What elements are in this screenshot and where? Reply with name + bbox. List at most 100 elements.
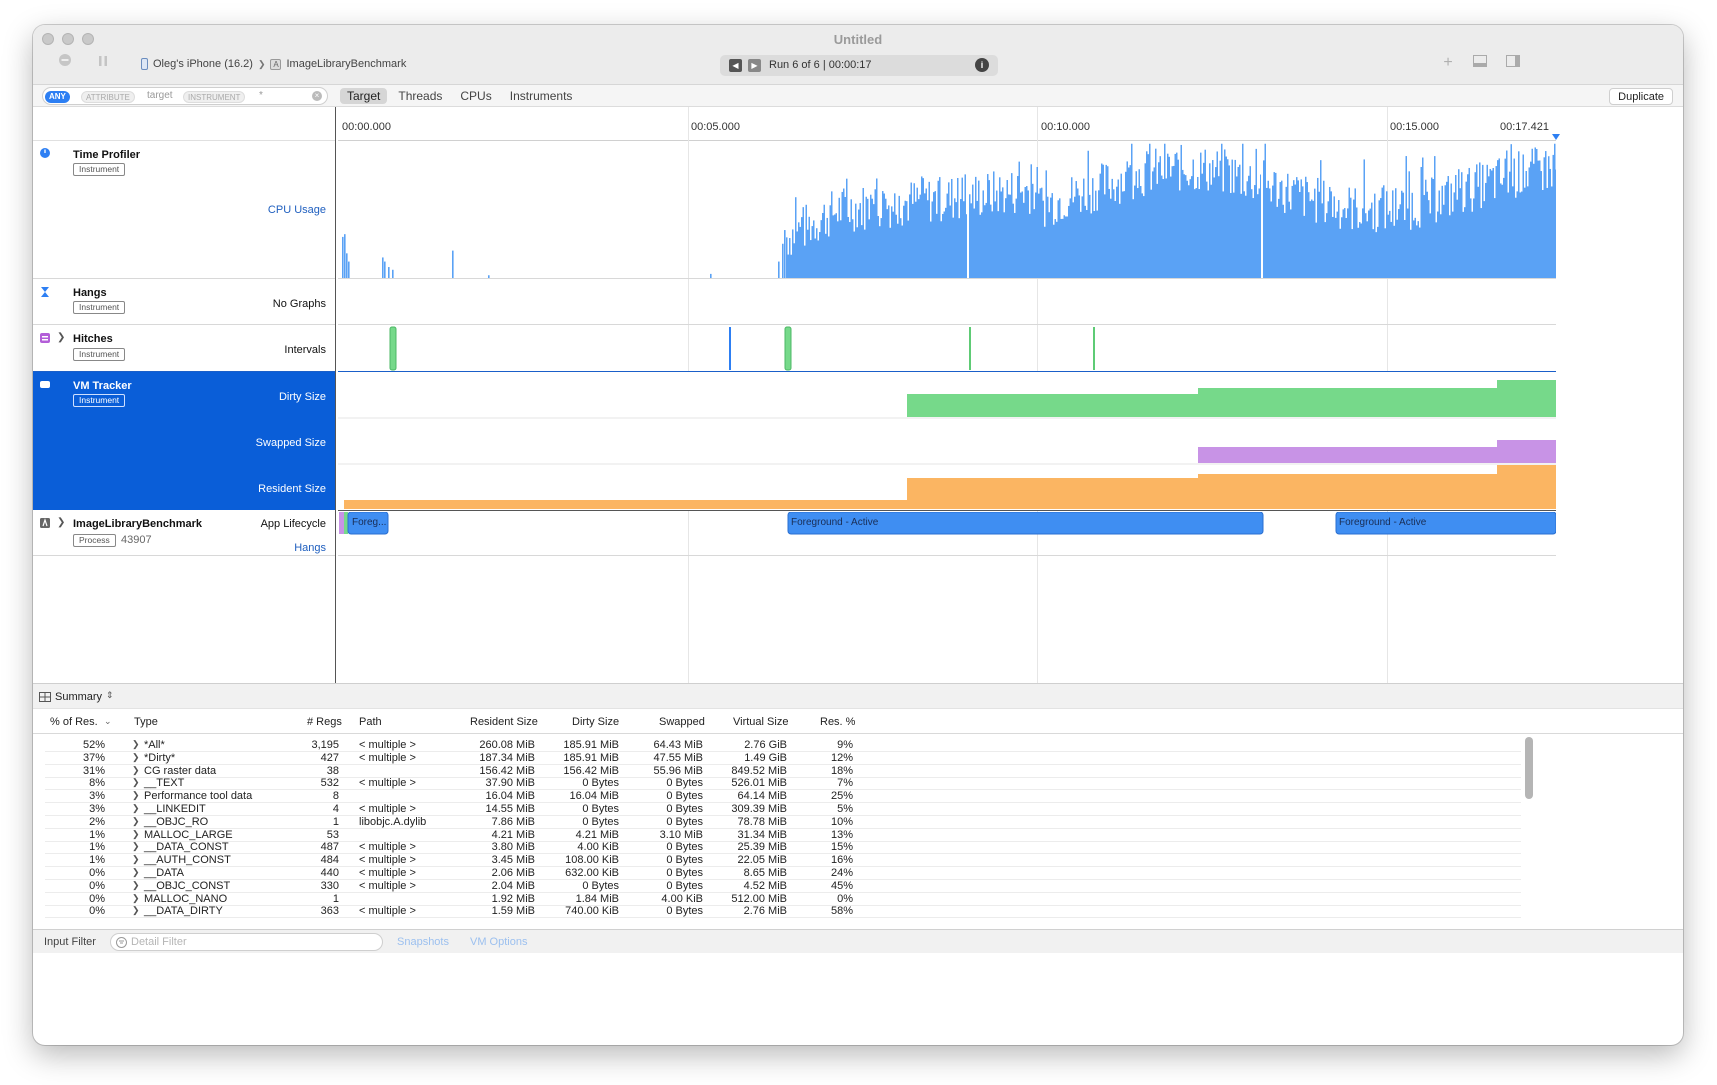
- row-expand-chevron-icon[interactable]: ❯: [132, 752, 140, 763]
- info-icon[interactable]: i: [975, 58, 989, 72]
- cpu-bar: [1314, 188, 1316, 278]
- any-token[interactable]: ANY: [45, 91, 70, 103]
- cpu-bar: [1434, 156, 1436, 278]
- resident-size-label[interactable]: Resident Size: [258, 483, 326, 495]
- duplicate-button[interactable]: Duplicate: [1609, 88, 1673, 105]
- row-expand-chevron-icon[interactable]: ❯: [132, 816, 140, 827]
- pause-button[interactable]: [93, 53, 113, 73]
- track-header-hangs[interactable]: Hangs Instrument No Graphs: [33, 279, 335, 325]
- row-expand-chevron-icon[interactable]: ❯: [132, 867, 140, 878]
- hitches-graph[interactable]: [338, 325, 1556, 372]
- track-header-vm-tracker[interactable]: VM Tracker Instrument Dirty Size Swapped…: [33, 372, 335, 510]
- hitch-interval[interactable]: [1093, 327, 1095, 370]
- table-row[interactable]: ❯ 3% Performance tool data 8 16.04 MiB 16.04 …: [45, 790, 1521, 804]
- hitch-interval[interactable]: [729, 327, 731, 370]
- toggle-bottom-panel-button[interactable]: [1470, 53, 1490, 73]
- attribute-token[interactable]: ATTRIBUTE: [81, 91, 135, 103]
- process-hangs-label[interactable]: Hangs: [294, 542, 326, 554]
- tab-cpus[interactable]: CPUs: [453, 88, 498, 104]
- track-filter-field[interactable]: ANY ATTRIBUTE target INSTRUMENT * ×: [42, 87, 328, 105]
- row-expand-chevron-icon[interactable]: ❯: [132, 777, 140, 788]
- row-expand-chevron-icon[interactable]: ❯: [132, 790, 140, 801]
- table-row[interactable]: ❯ 37% *Dirty* 427 < multiple > 187.34 MiB 185.…: [45, 752, 1521, 765]
- table-row[interactable]: ❯ 0% __OBJC_CONST 330 < multiple > 2.04 MiB 0 …: [45, 880, 1521, 893]
- table-row[interactable]: ❯ 8% __TEXT 532 < multiple > 37.90 MiB 0 Bytes…: [45, 777, 1521, 791]
- expand-chevron-icon[interactable]: ❯: [57, 332, 65, 343]
- process-badge[interactable]: Process: [73, 534, 116, 547]
- input-filter-label[interactable]: Input Filter: [44, 936, 96, 948]
- col-regs[interactable]: # Regs: [307, 716, 342, 728]
- cpu-bar: [838, 197, 840, 278]
- col-path[interactable]: Path: [359, 716, 382, 728]
- row-expand-chevron-icon[interactable]: ❯: [132, 765, 140, 776]
- row-expand-chevron-icon[interactable]: ❯: [132, 893, 140, 904]
- instrument-token[interactable]: INSTRUMENT: [183, 91, 246, 103]
- table-row[interactable]: ❯ 1% MALLOC_LARGE 53 4.21 MiB 4.21 MiB 3.10 Mi…: [45, 829, 1521, 842]
- add-instrument-button[interactable]: +: [1438, 53, 1458, 73]
- tab-target[interactable]: Target: [340, 88, 388, 104]
- hitch-interval[interactable]: [784, 326, 792, 371]
- row-expand-chevron-icon[interactable]: ❯: [132, 841, 140, 852]
- row-expand-chevron-icon[interactable]: ❯: [132, 829, 140, 840]
- cell-regs: 38: [326, 764, 339, 777]
- table-row[interactable]: ❯ 0% __DATA 440 < multiple > 2.06 MiB 632.00 K…: [45, 867, 1521, 880]
- device-selector[interactable]: Oleg's iPhone (16.2) ❯ A ImageLibraryBen…: [141, 58, 406, 70]
- row-expand-chevron-icon[interactable]: ❯: [132, 905, 140, 916]
- track-header-hitches[interactable]: ❯ Hitches Instrument Intervals: [33, 325, 335, 372]
- track-header-time-profiler[interactable]: Time Profiler Instrument CPU Usage: [33, 141, 335, 279]
- cpu-bar: [865, 196, 867, 278]
- col-res-percent[interactable]: % of Res.: [50, 716, 98, 728]
- col-virtual-size[interactable]: Virtual Size: [733, 716, 788, 728]
- app-lifecycle-graph[interactable]: Foreg... Foreground - Active Foreground …: [338, 510, 1556, 556]
- table-row[interactable]: ❯ 0% __DATA_DIRTY 363 < multiple > 1.59 MiB 74…: [45, 905, 1521, 919]
- table-row[interactable]: ❯ 3% __LINKEDIT 4 < multiple > 14.55 MiB 0 Byt…: [45, 803, 1521, 816]
- toggle-inspector-button[interactable]: [1503, 53, 1523, 73]
- cpu-bar: [792, 229, 794, 278]
- row-expand-chevron-icon[interactable]: ❯: [132, 739, 140, 750]
- col-res-pct[interactable]: Res. %: [820, 716, 855, 728]
- clear-filter-icon[interactable]: ×: [312, 91, 322, 101]
- swapped-size-label[interactable]: Swapped Size: [256, 437, 326, 449]
- table-row[interactable]: ❯ 1% __DATA_CONST 487 < multiple > 3.80 MiB 4.…: [45, 841, 1521, 855]
- tab-instruments[interactable]: Instruments: [503, 88, 580, 104]
- lifecycle-segment-label[interactable]: Foreground - Active: [791, 517, 878, 528]
- dirty-size-label[interactable]: Dirty Size: [279, 391, 326, 403]
- table-row[interactable]: ❯ 1% __AUTH_CONST 484 < multiple > 3.45 MiB 10…: [45, 854, 1521, 868]
- tab-threads[interactable]: Threads: [391, 88, 449, 104]
- cpu-usage-graph[interactable]: [338, 141, 1557, 279]
- playhead-marker-icon[interactable]: [1552, 134, 1560, 141]
- table-row[interactable]: ❯ 31% CG raster data 38 156.42 MiB 156.42 MiB…: [45, 765, 1521, 778]
- vm-options-button[interactable]: VM Options: [470, 936, 527, 948]
- lifecycle-segment-label[interactable]: Foreg...: [352, 517, 386, 528]
- detail-filter-field[interactable]: Detail Filter: [110, 933, 383, 951]
- cpu-usage-label[interactable]: CPU Usage: [268, 204, 326, 216]
- timeline-ruler[interactable]: 00:00.000 00:05.000 00:10.000 00:15.000 …: [338, 107, 1560, 141]
- col-resident-size[interactable]: Resident Size: [470, 716, 538, 728]
- table-row[interactable]: ❯ 0% MALLOC_NANO 1 1.92 MiB 1.84 MiB 4.00 KiB 5…: [45, 893, 1521, 906]
- record-button[interactable]: [55, 53, 75, 73]
- next-run-button[interactable]: ▶: [748, 59, 761, 72]
- vertical-scrollbar[interactable]: [1525, 737, 1533, 799]
- sort-chevron-icon[interactable]: ⌄: [104, 716, 112, 727]
- track-header-process[interactable]: ❯ ImageLibraryBenchmark Process 43907 Ap…: [33, 510, 335, 556]
- row-expand-chevron-icon[interactable]: ❯: [132, 880, 140, 891]
- lifecycle-segment-label[interactable]: Foreground - Active: [1339, 517, 1426, 528]
- expand-chevron-icon[interactable]: ❯: [57, 517, 65, 528]
- cpu-bar: [1297, 180, 1299, 278]
- vm-tracker-graph[interactable]: [338, 372, 1556, 510]
- table-row[interactable]: ❯ 2% __OBJC_RO 1 libobjc.A.dylib 7.86 MiB 0 By…: [45, 816, 1521, 829]
- previous-run-button[interactable]: ◀: [729, 59, 742, 72]
- col-swapped[interactable]: Swapped: [659, 716, 705, 728]
- col-dirty-size[interactable]: Dirty Size: [572, 716, 619, 728]
- cpu-bar: [1443, 204, 1445, 278]
- hitch-interval[interactable]: [389, 326, 397, 371]
- row-expand-chevron-icon[interactable]: ❯: [132, 854, 140, 865]
- col-type[interactable]: Type: [134, 716, 158, 728]
- snapshots-button[interactable]: Snapshots: [397, 936, 449, 948]
- cpu-bar: [1537, 160, 1539, 278]
- detail-view-selector[interactable]: Summary ⇕: [33, 683, 1683, 709]
- table-row[interactable]: ❯ 52% *All* 3,195 < multiple > 260.08 MiB 185.…: [45, 739, 1521, 752]
- cpu-bar: [877, 216, 879, 278]
- hitch-interval[interactable]: [969, 327, 971, 370]
- row-expand-chevron-icon[interactable]: ❯: [132, 803, 140, 814]
